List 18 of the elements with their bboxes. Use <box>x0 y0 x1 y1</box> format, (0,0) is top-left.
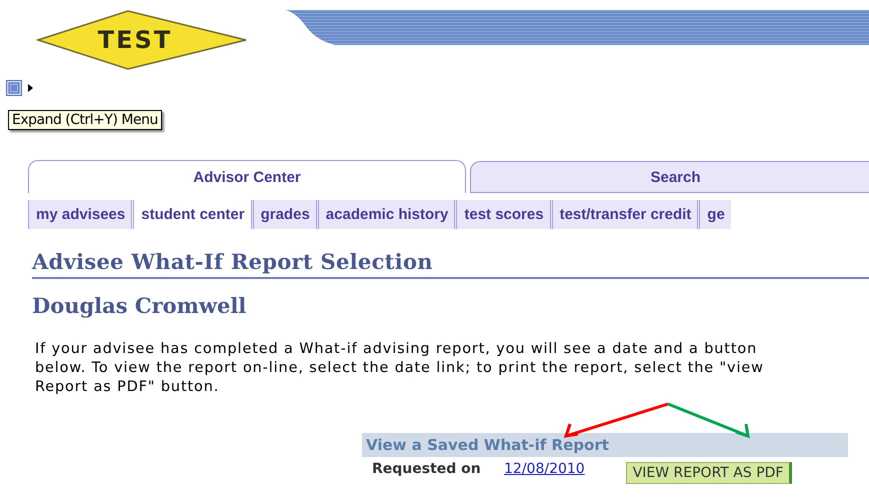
instructions-text: If your advisee has completed a What-if advising report, you will see a date and a button below. To view the report on-line, select the date link; to print the report, select the "view Report as PDF" button. <box>35 340 765 397</box>
table-header: View a Saved What-if Report <box>362 433 848 457</box>
subtab[interactable]: grades <box>250 200 316 229</box>
student-name: Douglas Cromwell <box>32 293 248 318</box>
subtab[interactable]: ge <box>697 200 731 229</box>
tab[interactable]: Advisor Center <box>28 160 466 193</box>
subtab[interactable]: my advisees <box>28 200 132 229</box>
logo: TEST <box>36 10 248 70</box>
page-title: Advisee What-If Report Selection <box>32 249 869 279</box>
subtab[interactable]: academic history <box>316 200 454 229</box>
view-pdf-button[interactable]: VIEW REPORT AS PDF <box>626 462 792 484</box>
date-link[interactable]: 12/08/2010 <box>504 461 585 477</box>
tab[interactable]: Search <box>470 161 869 193</box>
menu-icon[interactable] <box>6 80 34 96</box>
row-label: Requested on <box>362 457 494 484</box>
subtab[interactable]: test/transfer credit <box>550 200 698 229</box>
subtab[interactable]: test scores <box>454 200 550 229</box>
tooltip: Expand (Ctrl+Y) Menu <box>8 110 162 130</box>
